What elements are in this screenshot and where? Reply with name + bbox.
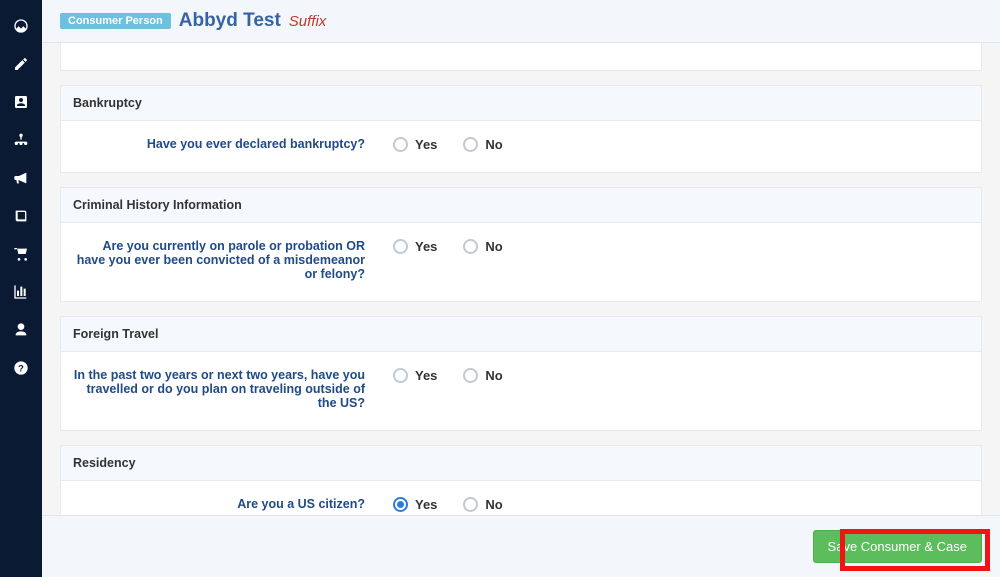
question-label: In the past two years or next two years,… — [73, 368, 383, 410]
svg-text:?: ? — [18, 363, 24, 373]
partial-section — [60, 43, 982, 71]
question-label: Are you currently on parole or probation… — [73, 239, 383, 281]
section-title: Residency — [61, 446, 981, 481]
radio-no[interactable]: No — [463, 497, 502, 512]
radio-no[interactable]: No — [463, 137, 502, 152]
bullhorn-icon[interactable] — [13, 170, 29, 186]
form-content: Bankruptcy Have you ever declared bankru… — [42, 43, 1000, 515]
section-title: Foreign Travel — [61, 317, 981, 352]
radio-yes[interactable]: Yes — [393, 368, 437, 383]
radio-yes[interactable]: Yes — [393, 137, 437, 152]
radio-yes[interactable]: Yes — [393, 497, 437, 512]
pencil-icon[interactable] — [13, 56, 29, 72]
dashboard-icon[interactable] — [13, 18, 29, 34]
user-icon[interactable] — [13, 322, 29, 338]
section-bankruptcy: Bankruptcy Have you ever declared bankru… — [60, 85, 982, 173]
page-header: Consumer Person Abbyd Test Suffix — [42, 0, 1000, 43]
section-travel: Foreign Travel In the past two years or … — [60, 316, 982, 431]
sidebar-nav: ? — [0, 0, 42, 577]
footer-bar: Save Consumer & Case — [42, 515, 1000, 577]
consumer-badge: Consumer Person — [60, 13, 171, 29]
org-icon[interactable] — [13, 132, 29, 148]
save-button[interactable]: Save Consumer & Case — [813, 530, 982, 563]
help-icon[interactable]: ? — [13, 360, 29, 376]
chart-icon[interactable] — [13, 284, 29, 300]
person-name: Abbyd Test — [179, 10, 281, 32]
person-suffix: Suffix — [289, 13, 327, 30]
question-label: Have you ever declared bankruptcy? — [73, 137, 383, 151]
section-criminal: Criminal History Information Are you cur… — [60, 187, 982, 302]
radio-yes[interactable]: Yes — [393, 239, 437, 254]
contact-icon[interactable] — [13, 94, 29, 110]
section-residency: Residency Are you a US citizen? Yes No — [60, 445, 982, 515]
radio-no[interactable]: No — [463, 368, 502, 383]
cart-icon[interactable] — [13, 246, 29, 262]
radio-no[interactable]: No — [463, 239, 502, 254]
question-label: Are you a US citizen? — [73, 497, 383, 511]
section-title: Bankruptcy — [61, 86, 981, 121]
section-title: Criminal History Information — [61, 188, 981, 223]
book-icon[interactable] — [13, 208, 29, 224]
